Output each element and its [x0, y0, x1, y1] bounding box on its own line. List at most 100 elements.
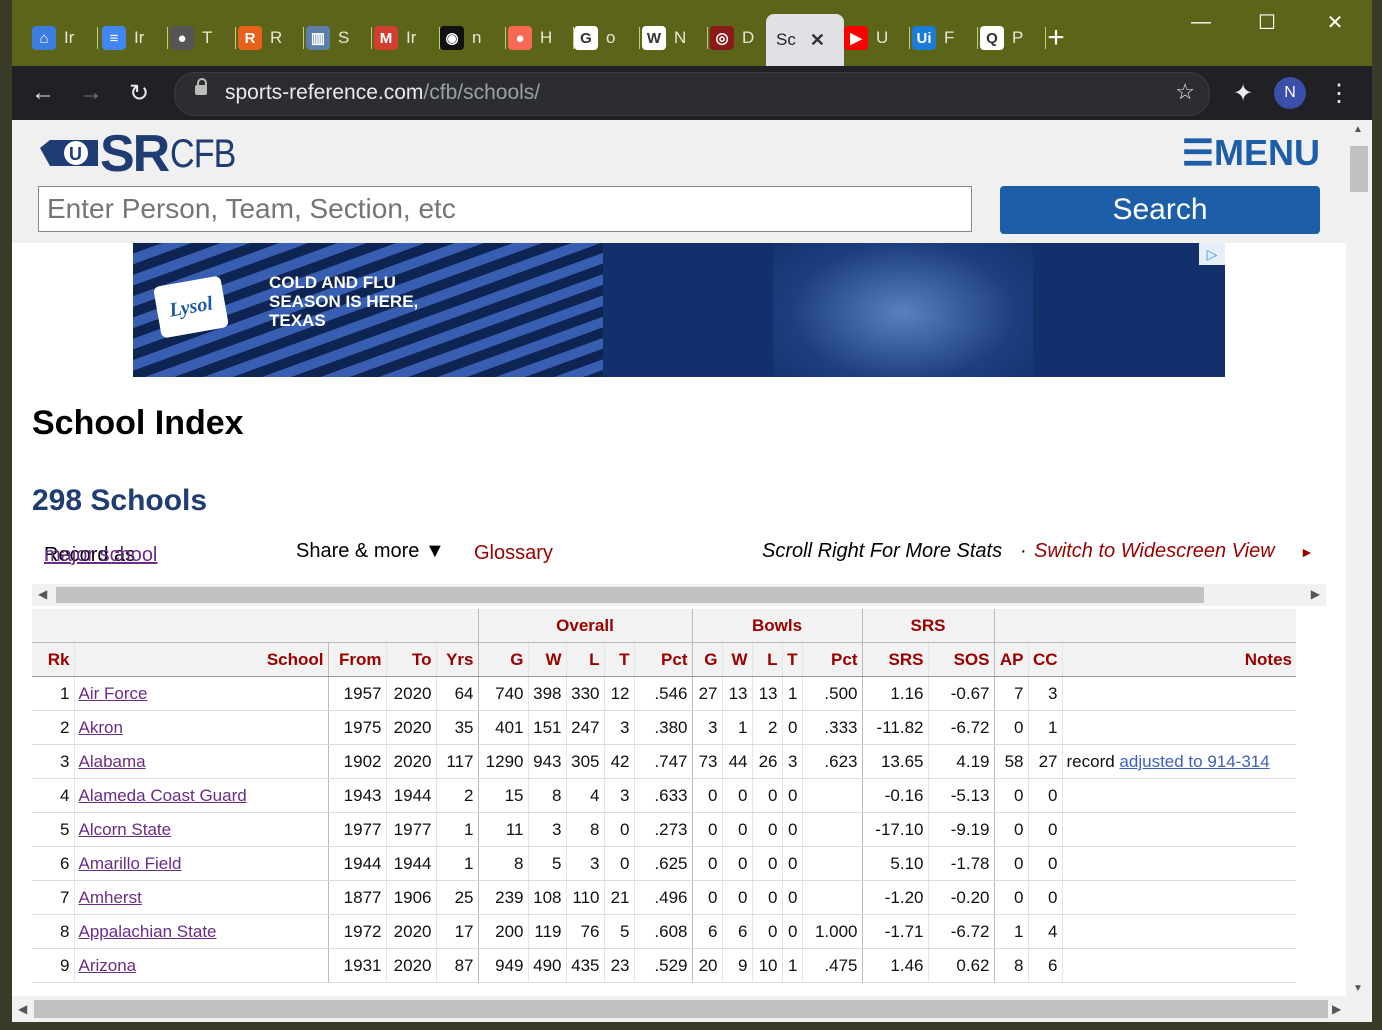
school-link[interactable]: Alabama — [74, 744, 329, 779]
table-cell: 1902 — [328, 744, 387, 779]
sr-logo-eye-icon[interactable]: U — [38, 132, 100, 172]
table-cell: 0 — [692, 778, 723, 813]
new-tab-icon[interactable]: + — [1036, 18, 1076, 58]
browser-tab[interactable]: ◉ n — [440, 18, 506, 58]
tab-title: D — [742, 28, 755, 47]
share-more-menu[interactable]: Share & more ▼ — [296, 540, 445, 563]
close-tab-icon[interactable]: ✕ — [810, 30, 825, 51]
browser-tab[interactable]: Ui F — [912, 18, 978, 58]
page-vertical-scrollbar[interactable]: ▲ ▼ — [1346, 120, 1372, 998]
school-name-link[interactable]: Amarillo Field — [79, 854, 182, 873]
col-header[interactable]: G — [692, 642, 723, 677]
page-horizontal-scrollbar[interactable]: ◀ ▶ — [12, 996, 1372, 1022]
bookmark-star-icon[interactable]: ☆ — [1175, 79, 1195, 105]
table-scroll-thumb[interactable] — [56, 587, 1204, 603]
widescreen-link[interactable]: Switch to Widescreen View — [1034, 540, 1275, 563]
reload-icon[interactable]: ↻ — [120, 74, 158, 112]
school-link[interactable]: Amherst — [74, 880, 329, 915]
table-cell: 1944 — [386, 778, 437, 813]
table-horizontal-scrollbar[interactable]: ◀ ▶ — [32, 584, 1326, 606]
col-header[interactable]: W — [528, 642, 567, 677]
school-link[interactable]: Alcorn State — [74, 812, 329, 847]
col-header[interactable]: Rk — [32, 642, 75, 677]
school-link[interactable]: Alameda Coast Guard — [74, 778, 329, 813]
school-link[interactable]: Amarillo Field — [74, 846, 329, 881]
school-name-link[interactable]: Amherst — [79, 888, 142, 907]
col-header[interactable]: Yrs — [436, 642, 479, 677]
school-link[interactable]: Arizona — [74, 948, 329, 983]
scroll-down-icon[interactable]: ▼ — [1353, 983, 1363, 994]
school-name-link[interactable]: Appalachian State — [79, 922, 217, 941]
page-hscroll-thumb[interactable] — [34, 1000, 1328, 1018]
school-link[interactable]: Akron — [74, 710, 329, 745]
browser-tab[interactable]: ● H — [508, 18, 574, 58]
table-cell: 2 — [752, 710, 783, 745]
school-link[interactable]: Appalachian State — [74, 914, 329, 949]
scroll-left-icon[interactable]: ◀ — [38, 587, 47, 601]
col-header[interactable]: L — [752, 642, 783, 677]
col-header[interactable]: G — [478, 642, 529, 677]
col-header[interactable]: SRS — [862, 642, 929, 677]
note-link[interactable]: adjusted to 914-314 — [1119, 752, 1269, 771]
col-header[interactable]: W — [722, 642, 753, 677]
school-name-link[interactable]: Air Force — [79, 684, 148, 703]
school-name-link[interactable]: Arizona — [79, 956, 137, 975]
browser-tab[interactable]: M Ir — [374, 18, 440, 58]
browser-tab[interactable]: RR — [238, 18, 304, 58]
extensions-icon[interactable]: ✦ — [1224, 74, 1262, 112]
page-scroll-left-icon[interactable]: ◀ — [18, 1002, 27, 1016]
browser-tab[interactable]: ⌂ Ir — [32, 18, 98, 58]
address-bar[interactable]: sports-reference.com/cfb/schools/ ☆ — [174, 72, 1210, 116]
col-header[interactable]: L — [566, 642, 605, 677]
page-scroll-right-icon[interactable]: ▶ — [1332, 1002, 1341, 1016]
menu-button[interactable]: ☰MENU — [1182, 132, 1320, 174]
close-window-icon[interactable]: ✕ — [1302, 0, 1368, 44]
school-name-link[interactable]: Akron — [79, 718, 123, 737]
school-name-link[interactable]: Alcorn State — [79, 820, 172, 839]
col-header[interactable]: AP — [994, 642, 1029, 677]
forward-icon[interactable]: → — [72, 74, 110, 112]
browser-tab[interactable]: WN — [642, 18, 708, 58]
school-name-link[interactable]: Alameda Coast Guard — [79, 786, 247, 805]
major-school-link[interactable]: major school — [44, 544, 157, 567]
page-scroll-thumb[interactable] — [1350, 146, 1368, 192]
back-icon[interactable]: ← — [24, 74, 62, 112]
col-header[interactable]: Pct — [802, 642, 863, 677]
url-text[interactable]: sports-reference.com/cfb/schools/ — [225, 81, 540, 105]
logo-sr-text[interactable]: SR — [100, 124, 170, 184]
browser-tab[interactable]: ▶ U — [844, 18, 910, 58]
col-header[interactable]: T — [604, 642, 635, 677]
logo-cfb-text[interactable]: CFB — [170, 132, 236, 177]
browser-menu-icon[interactable]: ⋮ — [1320, 74, 1358, 112]
scroll-right-icon[interactable]: ▶ — [1311, 587, 1320, 601]
browser-tab[interactable]: QP — [980, 18, 1046, 58]
browser-tab[interactable]: Go — [574, 18, 640, 58]
table-cell: 2 — [436, 778, 479, 813]
col-header[interactable]: T — [782, 642, 803, 677]
maximize-icon[interactable]: ☐ — [1234, 0, 1300, 44]
minimize-icon[interactable]: — — [1168, 0, 1234, 44]
col-header[interactable]: To — [386, 642, 437, 677]
col-header[interactable]: School — [74, 642, 329, 677]
glossary-link[interactable]: Glossary — [474, 542, 553, 565]
browser-tab[interactable]: ≡ Ir — [102, 18, 168, 58]
adchoices-icon[interactable]: ▷ — [1199, 243, 1225, 265]
scroll-up-icon[interactable]: ▲ — [1353, 124, 1363, 135]
profile-avatar[interactable]: N — [1274, 77, 1306, 109]
ad-banner[interactable]: Lysol COLD AND FLU SEASON IS HERE, TEXAS… — [133, 243, 1225, 377]
school-name-link[interactable]: Alabama — [79, 752, 146, 771]
browser-tab[interactable]: ● T — [170, 18, 236, 58]
browser-tab[interactable]: ▥ S — [306, 18, 372, 58]
table-cell — [1062, 948, 1296, 983]
widescreen-arrow-icon[interactable]: ► — [1300, 544, 1314, 560]
search-input[interactable] — [38, 186, 972, 232]
col-header[interactable]: From — [328, 642, 387, 677]
browser-tab[interactable]: ◎ D — [710, 18, 776, 58]
col-header[interactable]: Notes — [1062, 642, 1296, 677]
col-header[interactable]: CC — [1028, 642, 1063, 677]
school-link[interactable]: Air Force — [74, 676, 329, 711]
col-header[interactable]: SOS — [928, 642, 995, 677]
col-header[interactable]: Pct — [634, 642, 693, 677]
search-button[interactable]: Search — [1000, 186, 1320, 234]
browser-tab[interactable]: Sc ✕ — [766, 14, 844, 66]
